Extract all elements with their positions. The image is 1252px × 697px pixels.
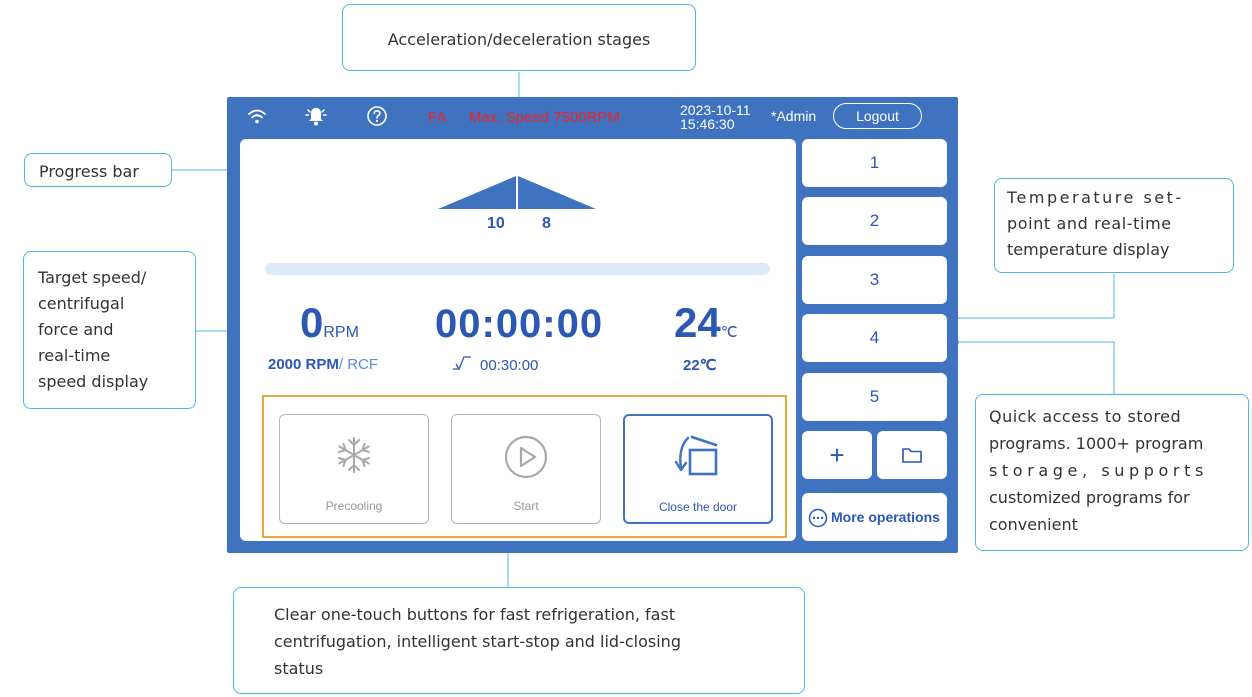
warning-code: FA: [428, 109, 447, 126]
target-speed-value: 2000 RPM: [268, 356, 339, 373]
set-time-value: 00:30:00: [480, 357, 539, 374]
snowflake-icon: [338, 437, 370, 473]
callout-progress-bar: Progress bar: [24, 153, 172, 187]
start-label: Start: [513, 499, 539, 513]
logout-button[interactable]: Logout: [833, 103, 922, 129]
run-timer: 00:00:00: [435, 302, 604, 346]
set-temperature[interactable]: 22℃: [683, 356, 717, 374]
time-text: 15:46:30: [680, 116, 735, 132]
set-time[interactable]: 00:30:00: [452, 356, 538, 374]
close-door-label: Close the door: [658, 500, 738, 514]
datetime: 2023-10-11 15:46:30: [680, 103, 751, 131]
more-dots-icon: [808, 508, 828, 528]
speed-value: 0: [300, 299, 324, 346]
play-icon: [504, 435, 548, 479]
more-operations-label: More operations: [831, 509, 940, 525]
user-name: *Admin: [771, 108, 817, 124]
add-program-button[interactable]: +: [802, 431, 872, 479]
temperature-value: 24: [674, 299, 721, 346]
close-door-button[interactable]: Close the door: [623, 414, 773, 524]
callout-acceleration-stages: Acceleration/deceleration stages: [342, 4, 696, 71]
help-icon[interactable]: [366, 105, 388, 132]
callout-speed-display: Target speed/ centrifugal force and real…: [23, 251, 196, 409]
plus-icon: +: [829, 440, 845, 470]
run-status-panel: 10 8 0RPM 00:00:00 24℃ 2000 RPM/ RCF 00:…: [240, 139, 796, 541]
callout-quick-access-programs: Quick access to stored programs. 1000+ p…: [975, 394, 1249, 551]
timer-symbol-icon: [452, 356, 472, 374]
bell-icon[interactable]: [305, 105, 327, 132]
program-button-5[interactable]: 5: [802, 373, 947, 421]
precooling-button[interactable]: Precooling: [279, 414, 429, 524]
current-speed: 0RPM: [300, 299, 359, 347]
temperature-unit: ℃: [720, 324, 738, 341]
start-button[interactable]: Start: [451, 414, 601, 524]
callout-temperature-display: Temperature set- point and real-time tem…: [994, 178, 1234, 273]
program-button-2[interactable]: 2: [802, 197, 947, 245]
program-button-4[interactable]: 4: [802, 314, 947, 362]
deceleration-stage[interactable]: 8: [542, 215, 551, 233]
accel-decel-stage-graph: [438, 176, 596, 209]
current-temperature: 24℃: [674, 299, 738, 347]
program-button-1[interactable]: 1: [802, 139, 947, 187]
warning-text: Max. Speed 7500RPM: [469, 109, 620, 126]
program-button-3[interactable]: 3: [802, 256, 947, 304]
folder-icon: [902, 447, 922, 463]
door-close-icon: [674, 435, 718, 476]
progress-bar: [265, 263, 770, 275]
rcf-toggle[interactable]: / RCF: [339, 356, 378, 373]
callout-one-touch-buttons: Clear one-touch buttons for fast refrige…: [233, 587, 805, 694]
target-speed[interactable]: 2000 RPM/ RCF: [268, 356, 378, 373]
status-bar: FA Max. Speed 7500RPM 2023-10-11 15:46:3…: [227, 97, 958, 135]
more-operations-button[interactable]: More operations: [802, 493, 947, 541]
acceleration-stage[interactable]: 10: [487, 215, 505, 233]
date-text: 2023-10-11: [680, 102, 751, 118]
precooling-label: Precooling: [325, 499, 383, 513]
speed-unit: RPM: [323, 324, 359, 341]
centrifuge-screen: FA Max. Speed 7500RPM 2023-10-11 15:46:3…: [227, 97, 958, 553]
open-program-folder-button[interactable]: [877, 431, 947, 479]
one-touch-button-group: Precooling Start Close the door: [262, 395, 787, 538]
wifi-icon[interactable]: [246, 107, 268, 130]
